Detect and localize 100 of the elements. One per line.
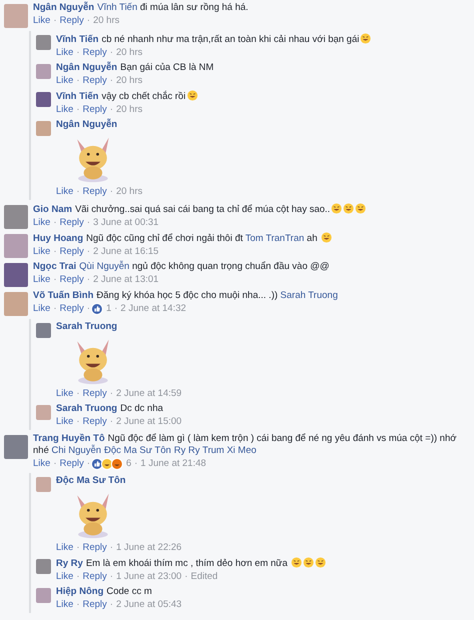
reply-link[interactable]: Reply: [82, 415, 107, 428]
reply-link[interactable]: Reply: [60, 273, 84, 286]
avatar-image[interactable]: [36, 559, 51, 574]
reply-link[interactable]: Reply: [82, 185, 107, 198]
separator-dot: ·: [184, 570, 188, 583]
reply-link[interactable]: Reply: [60, 302, 84, 315]
reply-link[interactable]: Reply: [60, 457, 84, 470]
emoji-icon: [291, 557, 302, 568]
comment-text: Ngân Nguyễn: [56, 119, 118, 131]
separator-dot: ·: [86, 457, 90, 470]
comment-time: 1 June at 23:00: [116, 570, 182, 583]
emoji-icon: [321, 232, 332, 243]
separator-dot: ·: [86, 216, 90, 229]
comment-text: Hiệp Nông Code cc m: [56, 586, 153, 598]
comment-text: Sarah Truong: [56, 321, 118, 333]
comment-text: Võ Tuấn Bình Đăng ký khóa học 5 độc cho muội nha... .)) Sarah Truong: [33, 290, 339, 302]
like-link[interactable]: Like: [56, 103, 74, 116]
like-link[interactable]: Like: [33, 457, 50, 470]
like-link[interactable]: Like: [33, 302, 50, 315]
avatar-image[interactable]: [36, 121, 51, 136]
avatar-image[interactable]: [36, 588, 51, 603]
comment-text: Độc Ma Sư Tôn: [56, 475, 127, 487]
comment-time: 1 June at 22:26: [116, 541, 182, 554]
comment-time: 1 June at 21:48: [140, 457, 206, 470]
separator-dot: ·: [53, 273, 57, 286]
comment-time: 20 hrs: [116, 103, 142, 116]
reaction-icon[interactable]: [91, 302, 104, 314]
separator-dot: ·: [53, 216, 57, 229]
reply-link[interactable]: Reply: [82, 570, 107, 583]
like-link[interactable]: Like: [56, 46, 74, 59]
avatar-image[interactable]: [4, 435, 28, 459]
comment-text: Trang Huyền Tô Ngũ độc để làm gì ( làm kem trộn ) cái bang để né ng yêu đánh vs múa cột =)) nhớ nhé Chi Nguyễn Độc Ma Sư Tôn Ry Ry Trum Xi Meo: [33, 433, 458, 457]
separator-dot: ·: [110, 541, 114, 554]
like-link[interactable]: Like: [56, 387, 74, 400]
reply-link[interactable]: Reply: [82, 541, 107, 554]
like-link[interactable]: Like: [33, 245, 50, 258]
comment-time: 2 June at 05:43: [116, 598, 182, 611]
reply-link[interactable]: Reply: [82, 46, 107, 59]
edited-label: Edited: [190, 570, 218, 583]
reply-link[interactable]: Reply: [60, 216, 84, 229]
avatar-image[interactable]: [36, 35, 51, 50]
like-link[interactable]: Like: [33, 216, 50, 229]
avatar-image[interactable]: [36, 405, 51, 420]
avatar-image[interactable]: [36, 477, 51, 492]
comment-text: Ngọc Trai Qùi Nguyễn ngủ độc không quan trọng chuẩn đầu vào @@: [33, 261, 330, 273]
separator-dot: ·: [110, 46, 114, 59]
emoji-icon: [303, 557, 314, 568]
comment-time: 2 June at 14:32: [120, 302, 186, 315]
avatar-image[interactable]: [36, 92, 51, 107]
avatar-image[interactable]: [4, 263, 28, 287]
reaction-icon[interactable]: [91, 458, 104, 470]
comment-time: 2 June at 15:00: [116, 415, 182, 428]
comment-text: Ry Ry Em là em khoái thím mc , thím dẻo hơn em nữa: [56, 557, 468, 570]
separator-dot: ·: [76, 570, 80, 583]
emoji-icon: [360, 33, 372, 44]
avatar-image[interactable]: [4, 205, 28, 229]
like-link[interactable]: Like: [56, 570, 74, 583]
comment-text: Gio Nam Vãi chưởng..sai quá sai cái bang ta chỉ để múa cột hay sao..: [33, 203, 468, 216]
separator-dot: ·: [110, 74, 114, 87]
like-link[interactable]: Like: [33, 14, 50, 27]
like-link[interactable]: Like: [56, 598, 74, 611]
avatar-image[interactable]: [4, 4, 28, 28]
reply-link[interactable]: Reply: [82, 103, 107, 116]
like-link[interactable]: Like: [56, 415, 74, 428]
separator-dot: ·: [110, 570, 114, 583]
separator-dot: ·: [76, 415, 80, 428]
reply-link[interactable]: Reply: [82, 598, 107, 611]
comment-time: 20 hrs: [116, 185, 142, 198]
reply-link[interactable]: Reply: [60, 14, 84, 27]
reply-link[interactable]: Reply: [82, 74, 107, 87]
reply-link[interactable]: Reply: [60, 245, 84, 258]
comment-time: 2 June at 16:15: [93, 245, 159, 258]
separator-dot: ·: [114, 302, 118, 315]
comment-text: Vĩnh Tiến vậy cb chết chắc rồi: [56, 90, 468, 103]
like-link[interactable]: Like: [56, 185, 74, 198]
reaction-icon[interactable]: [111, 458, 124, 470]
like-link[interactable]: Like: [56, 74, 74, 87]
separator-dot: ·: [134, 457, 138, 470]
reaction-icon[interactable]: [101, 458, 114, 470]
comment-text: Huy Hoang Ngũ độc cũng chỉ để chơi ngải thôi đt Tom TranTran ah: [33, 232, 468, 245]
comment-text: Vĩnh Tiến cb né nhanh như ma trận,rất an toàn khi cải nhau với bạn gái: [56, 33, 468, 46]
comment-time: 20 hrs: [116, 74, 142, 87]
avatar-image[interactable]: [36, 64, 51, 79]
separator-dot: ·: [76, 387, 80, 400]
comment-text: Ngân Nguyễn Vĩnh Tiến đi múa lân sư rồng há há.: [33, 2, 250, 14]
comment-time: 3 June at 00:31: [93, 216, 159, 229]
separator-dot: ·: [76, 541, 80, 554]
avatar-image[interactable]: [4, 292, 28, 316]
comment-time: 20 hrs: [116, 46, 142, 59]
separator-dot: ·: [53, 14, 57, 27]
like-link[interactable]: Like: [33, 273, 50, 286]
avatar-image[interactable]: [4, 234, 28, 258]
reaction-count: 6: [126, 457, 132, 470]
emoji-icon: [343, 203, 354, 214]
reply-link[interactable]: Reply: [82, 387, 107, 400]
avatar-image[interactable]: [36, 323, 51, 338]
separator-dot: ·: [110, 103, 114, 116]
like-link[interactable]: Like: [56, 541, 74, 554]
emoji-icon: [186, 90, 198, 101]
separator-dot: ·: [76, 103, 80, 116]
